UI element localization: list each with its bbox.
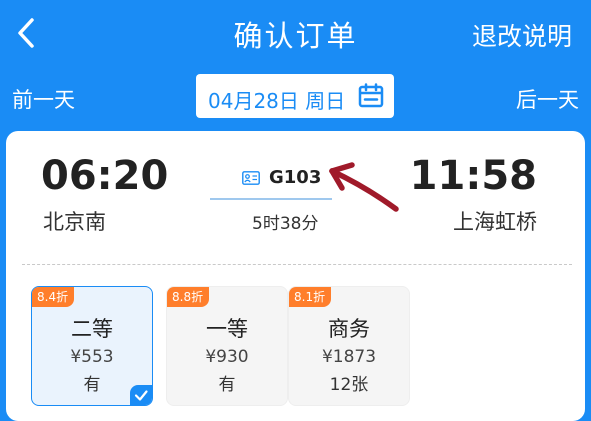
selected-date: 04月28日 周日 <box>208 89 346 113</box>
dashed-divider <box>22 264 572 265</box>
trip-duration: 5时38分 <box>252 214 319 234</box>
train-number: G103 <box>269 167 322 188</box>
next-day-button[interactable]: 后一天 <box>516 84 579 114</box>
depart-station: 北京南 <box>43 210 106 234</box>
seat-availability: 有 <box>218 375 236 395</box>
selected-check-badge <box>130 385 152 405</box>
seat-option-business-class[interactable]: 8.1折 商务 ¥1873 12张 <box>288 286 410 406</box>
date-bar: 前一天 04月28日 周日 后一天 <box>0 68 591 128</box>
route-line <box>210 198 332 200</box>
calendar-icon <box>358 83 384 108</box>
seat-price: ¥930 <box>205 347 249 367</box>
seat-option-first-class[interactable]: 8.8折 一等 ¥930 有 <box>166 286 288 406</box>
train-id-icon <box>242 171 260 185</box>
depart-time: 06:20 <box>41 153 169 199</box>
seat-option-second-class[interactable]: 8.4折 二等 ¥553 有 <box>31 286 153 406</box>
discount-badge: 8.8折 <box>167 287 210 307</box>
seat-class-label: 一等 <box>206 317 248 341</box>
arrive-time: 11:58 <box>409 153 537 199</box>
top-header: 确认订单 退改说明 <box>0 0 591 68</box>
order-card: 06:20 北京南 G103 5时38分 11:58 上海虹桥 8.4折 二等 … <box>6 131 585 421</box>
seat-price: ¥1873 <box>321 347 377 367</box>
date-picker[interactable]: 04月28日 周日 <box>196 74 394 118</box>
refund-change-rules-link[interactable]: 退改说明 <box>472 17 572 53</box>
train-info[interactable]: G103 5时38分 <box>206 165 336 235</box>
checkmark-icon <box>134 390 148 401</box>
seat-class-label: 商务 <box>328 317 370 341</box>
discount-badge: 8.4折 <box>32 287 75 307</box>
seat-availability: 12张 <box>329 375 369 395</box>
seat-price: ¥553 <box>70 347 114 367</box>
arrive-station: 上海虹桥 <box>453 210 537 234</box>
seat-class-label: 二等 <box>71 317 113 341</box>
discount-badge: 8.1折 <box>289 287 332 307</box>
arrow-annotation-icon <box>329 162 399 212</box>
prev-day-button[interactable]: 前一天 <box>12 84 75 114</box>
